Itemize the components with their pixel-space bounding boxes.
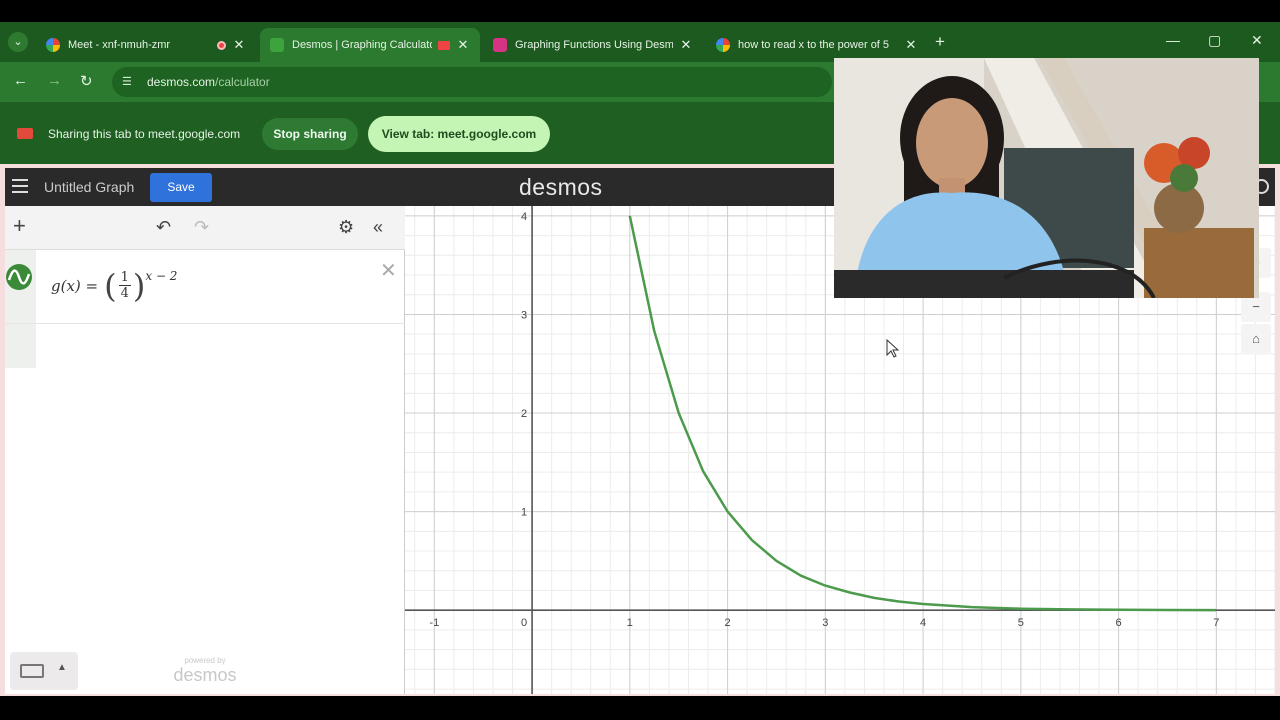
keyboard-toggle-button[interactable]: ▲ [10, 652, 78, 690]
x-tick-label: 5 [1018, 617, 1024, 629]
desmos-favicon-icon [270, 38, 284, 52]
site-info-icon[interactable]: ☰ [122, 75, 132, 88]
graph-title[interactable]: Untitled Graph [44, 179, 134, 195]
x-tick-label: 3 [822, 617, 828, 629]
x-tick-label: 2 [725, 617, 731, 629]
recording-icon [217, 40, 226, 50]
expression-math[interactable]: g(x) = ( 1 4 ) x − 2 [51, 268, 178, 302]
url-field[interactable]: ☰ desmos.com/calculator [112, 67, 832, 97]
mouse-cursor-icon [886, 338, 900, 358]
tab-title: Meet - xnf-nmuh-zmr [68, 39, 171, 51]
google-icon [716, 38, 730, 52]
screen-share-icon [17, 128, 33, 139]
x-tick-label: 0 [521, 617, 527, 629]
screen: ⌄ Meet - xnf-nmuh-zmr ✕ Desmos | Graphin… [0, 0, 1280, 720]
delete-expression-icon[interactable]: ✕ [380, 258, 397, 283]
close-tab-icon[interactable]: ✕ [679, 37, 693, 53]
tab-title: Graphing Functions Using Desmos [515, 39, 673, 51]
reload-icon[interactable]: ↻ [80, 72, 93, 90]
restore-icon[interactable]: ▢ [1208, 32, 1221, 49]
menu-icon[interactable] [12, 179, 28, 193]
powered-logo: desmos [173, 665, 237, 685]
exponent: x − 2 [145, 268, 178, 283]
x-tick-label: 7 [1213, 617, 1219, 629]
redo-icon[interactable]: ↷ [194, 217, 209, 238]
url-text: desmos.com/calculator [147, 75, 270, 89]
sharing-message: Sharing this tab to meet.google.com [48, 127, 241, 141]
new-tab-icon[interactable]: + [935, 32, 945, 52]
tab-search-icon[interactable]: ⌄ [8, 32, 28, 52]
keyboard-icon [20, 664, 44, 678]
y-tick-label: 2 [521, 408, 527, 420]
fraction-numerator: 1 [118, 270, 131, 286]
url-domain: desmos.com [147, 75, 216, 89]
minimize-icon[interactable]: — [1166, 32, 1180, 48]
expression-row[interactable]: g(x) = ( 1 4 ) x − 2 ✕ [5, 250, 405, 324]
x-tick-label: 4 [920, 617, 926, 629]
y-tick-label: 4 [521, 211, 527, 223]
close-tab-icon[interactable]: ✕ [456, 37, 470, 53]
tab-desmos[interactable]: Desmos | Graphing Calculator ✕ [260, 28, 480, 62]
undo-icon[interactable]: ↶ [156, 217, 171, 238]
tab-google-search[interactable]: how to read x to the power of 5 ✕ [706, 28, 928, 62]
back-icon[interactable]: ← [13, 72, 28, 89]
desmos-logo: desmos [519, 174, 603, 200]
add-item-icon[interactable]: + [13, 213, 26, 239]
settings-gear-icon[interactable]: ⚙ [338, 217, 354, 238]
fraction: 1 4 [118, 270, 131, 301]
expression-lhs: g(x) = [51, 276, 99, 295]
view-tab-button[interactable]: View tab: meet.google.com [368, 116, 550, 152]
fraction-denominator: 4 [120, 286, 129, 301]
close-tab-icon[interactable]: ✕ [232, 37, 246, 53]
google-meet-icon [46, 38, 60, 52]
close-window-icon[interactable]: ✕ [1251, 32, 1263, 49]
video-favicon-icon [493, 38, 507, 52]
expression-panel: + ↶ ↷ ⚙ « g(x) = ( 1 4 ) x − 2 ✕ ▲ power… [5, 206, 405, 694]
caret-up-icon: ▲ [57, 662, 67, 673]
x-tick-label: 1 [627, 617, 633, 629]
expression-toolbar: + ↶ ↷ ⚙ « [5, 206, 405, 250]
tab-meet[interactable]: Meet - xnf-nmuh-zmr ✕ [36, 28, 256, 62]
close-tab-icon[interactable]: ✕ [904, 37, 918, 53]
powered-by-text: powered by [184, 656, 226, 665]
url-path: /calculator [215, 75, 270, 89]
powered-by-desmos: powered by desmos [165, 656, 245, 686]
stop-sharing-button[interactable]: Stop sharing [262, 118, 358, 150]
x-tick-label: 6 [1116, 617, 1122, 629]
forward-icon[interactable]: → [47, 72, 62, 89]
save-button[interactable]: Save [150, 173, 212, 202]
collapse-panel-icon[interactable]: « [373, 217, 383, 238]
x-tick-label: -1 [429, 617, 439, 629]
tab-title: Desmos | Graphing Calculator [292, 39, 432, 51]
webcam-picture [834, 58, 1259, 298]
webcam-video [834, 58, 1259, 298]
tab-graphing-functions[interactable]: Graphing Functions Using Desmos ✕ [483, 28, 703, 62]
sharing-icon [438, 40, 450, 50]
tab-title: how to read x to the power of 5 [738, 39, 890, 51]
y-tick-label: 1 [521, 507, 527, 519]
browser-tab-strip: ⌄ Meet - xnf-nmuh-zmr ✕ Desmos | Graphin… [0, 22, 1280, 62]
home-icon[interactable]: ⌂ [1241, 324, 1271, 354]
y-tick-label: 3 [521, 309, 527, 321]
